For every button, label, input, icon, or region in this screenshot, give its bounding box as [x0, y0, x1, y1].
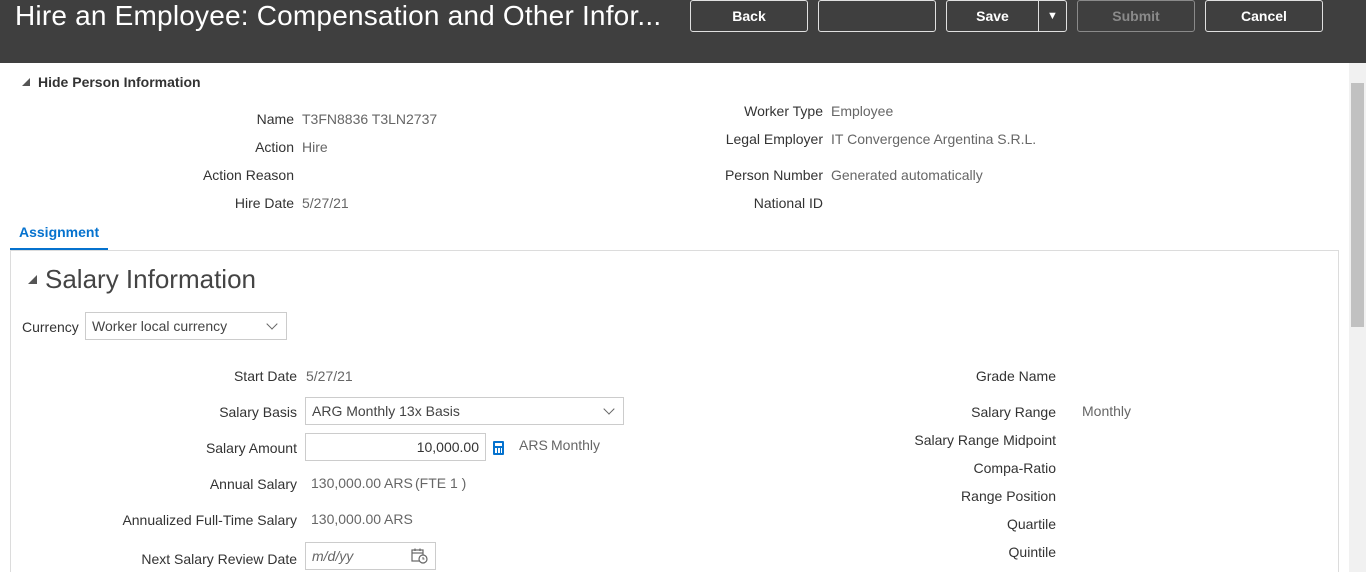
quintile-label: Quintile [1008, 544, 1056, 560]
hide-person-information-toggle[interactable]: Hide Person Information [22, 74, 201, 90]
calendar-icon[interactable] [411, 548, 428, 564]
collapse-triangle-icon [28, 275, 37, 284]
grade-name-label: Grade Name [975, 368, 1056, 384]
tab-assignment[interactable]: Assignment [10, 224, 108, 251]
legal-employer-value: IT Convergence Argentina S.R.L. [831, 131, 1037, 147]
page-scrollbar[interactable] [1349, 63, 1366, 572]
action-reason-label: Action Reason [202, 167, 294, 183]
annual-salary-currency: ARS [384, 475, 413, 491]
salary-information-header[interactable]: Salary Information [28, 264, 256, 295]
salary-amount-frequency: Monthly [551, 437, 601, 453]
worker-type-value: Employee [831, 103, 894, 119]
collapse-triangle-icon [22, 78, 30, 86]
blank-button[interactable] [818, 0, 936, 32]
chevron-down-icon [266, 318, 278, 330]
annualized-salary-value: 130,000.00 [311, 511, 382, 527]
next-review-date-placeholder: m/d/yy [312, 548, 354, 564]
range-position-label: Range Position [961, 488, 1056, 504]
next-review-date-label: Next Salary Review Date [141, 551, 297, 567]
annualized-salary-label: Annualized Full-Time Salary [122, 512, 297, 528]
save-button[interactable]: Save [947, 1, 1039, 31]
save-button-group: Save ▼ [946, 0, 1067, 32]
worker-type-label: Worker Type [744, 103, 823, 119]
chevron-down-icon [603, 403, 615, 415]
salary-range-midpoint-label: Salary Range Midpoint [914, 432, 1056, 448]
name-label: Name [256, 111, 294, 127]
hire-date-value: 5/27/21 [302, 195, 349, 211]
person-number-value: Generated automatically [831, 167, 983, 183]
national-id-label: National ID [753, 195, 823, 211]
annual-salary-fte: (FTE 1 ) [415, 475, 467, 491]
back-button[interactable]: Back [690, 0, 808, 32]
salary-range-label: Salary Range [971, 404, 1056, 420]
save-menu-dropdown[interactable]: ▼ [1039, 1, 1066, 31]
scrollbar-thumb[interactable] [1351, 83, 1364, 327]
calculator-icon[interactable] [493, 441, 504, 455]
annual-salary-label: Annual Salary [209, 476, 297, 492]
salary-information-title: Salary Information [45, 264, 256, 294]
salary-amount-input[interactable]: 10,000.00 [305, 433, 486, 461]
quartile-label: Quartile [1006, 516, 1056, 532]
submit-button[interactable]: Submit [1077, 0, 1195, 32]
salary-amount-currency: ARS [519, 437, 548, 453]
currency-selected-value: Worker local currency [92, 318, 228, 334]
hire-date-label: Hire Date [234, 195, 294, 211]
salary-amount-label: Salary Amount [205, 440, 297, 456]
name-value: T3FN8836 T3LN2737 [302, 111, 438, 127]
salary-basis-label: Salary Basis [219, 404, 297, 420]
action-value: Hire [302, 139, 328, 155]
currency-label: Currency [22, 319, 79, 335]
currency-select[interactable]: Worker local currency [85, 312, 287, 340]
start-date-value: 5/27/21 [306, 368, 353, 384]
compa-ratio-label: Compa-Ratio [973, 460, 1056, 476]
salary-basis-select[interactable]: ARG Monthly 13x Basis [305, 397, 624, 425]
person-number-label: Person Number [724, 167, 823, 183]
legal-employer-label: Legal Employer [725, 131, 823, 147]
annual-salary-value: 130,000.00 [311, 475, 382, 491]
salary-basis-selected-value: ARG Monthly 13x Basis [312, 403, 460, 419]
action-label: Action [255, 139, 294, 155]
hide-person-information-label: Hide Person Information [38, 74, 201, 90]
salary-range-value: Monthly [1082, 403, 1132, 419]
annualized-salary-currency: ARS [384, 511, 413, 527]
cancel-button[interactable]: Cancel [1205, 0, 1323, 32]
page-title: Hire an Employee: Compensation and Other… [15, 0, 662, 31]
start-date-label: Start Date [233, 368, 297, 384]
caret-down-icon: ▼ [1047, 10, 1058, 22]
